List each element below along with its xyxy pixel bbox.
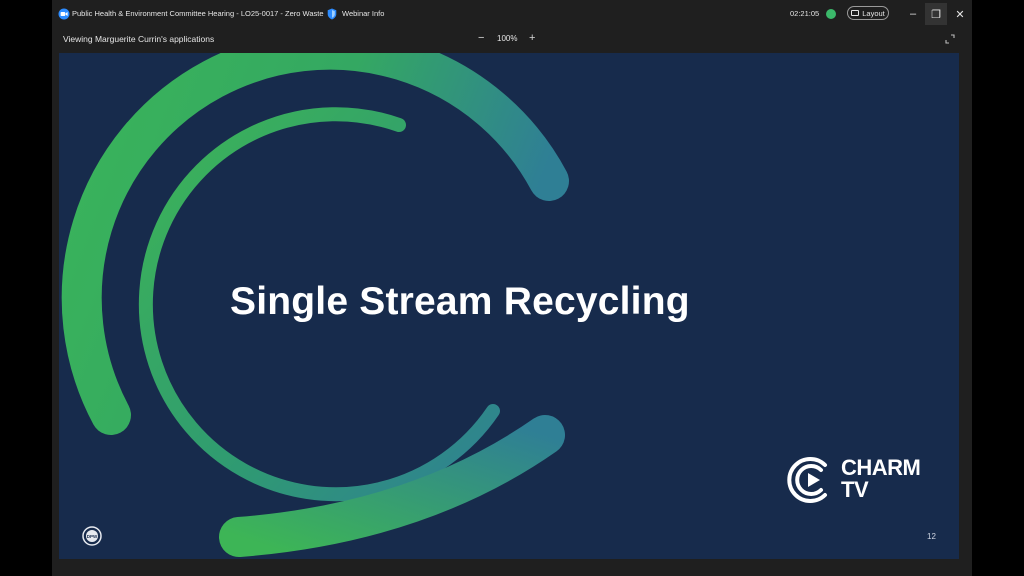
slide-number: 12 (927, 532, 936, 541)
close-button[interactable]: ✕ (949, 3, 971, 25)
layout-button[interactable]: Layout (847, 6, 889, 20)
title-bar: Public Health & Environment Committee He… (52, 0, 972, 28)
security-status-icon[interactable] (826, 9, 836, 19)
zoom-level[interactable]: 100% (497, 33, 517, 45)
shield-icon[interactable] (327, 8, 337, 20)
zoom-app-icon (58, 8, 70, 20)
charm-watermark-line2: TV (841, 477, 869, 502)
charm-tv-logo-icon (787, 457, 827, 503)
layout-icon (851, 10, 860, 16)
zoom-out-button[interactable]: − (478, 31, 484, 45)
dpw-logo-text: DPW (87, 534, 98, 539)
fullscreen-icon[interactable] (945, 34, 955, 44)
zoom-in-button[interactable]: + (529, 31, 535, 45)
screen-share-bar: Viewing Marguerite Currin's applications… (52, 28, 972, 50)
charm-tv-watermark: CHARM TV (841, 455, 921, 502)
layout-label: Layout (862, 8, 885, 18)
dpw-logo-icon: DPW (82, 526, 102, 546)
meeting-timer: 02:21:05 (790, 9, 820, 18)
meeting-title: Public Health & Environment Committee He… (72, 9, 324, 18)
webinar-info-button[interactable]: Webinar Info (342, 8, 384, 20)
shared-slide: Single Stream Recycling DPW 12 CHARM TV (59, 53, 959, 559)
charm-watermark-line1: CHARM (841, 455, 921, 480)
slide-title: Single Stream Recycling (230, 280, 690, 323)
meeting-window: Public Health & Environment Committee He… (52, 0, 972, 576)
restore-button[interactable]: ❐ (925, 3, 947, 25)
minimize-button[interactable]: – (902, 3, 924, 25)
viewing-label: Viewing Marguerite Currin's applications (63, 34, 215, 44)
